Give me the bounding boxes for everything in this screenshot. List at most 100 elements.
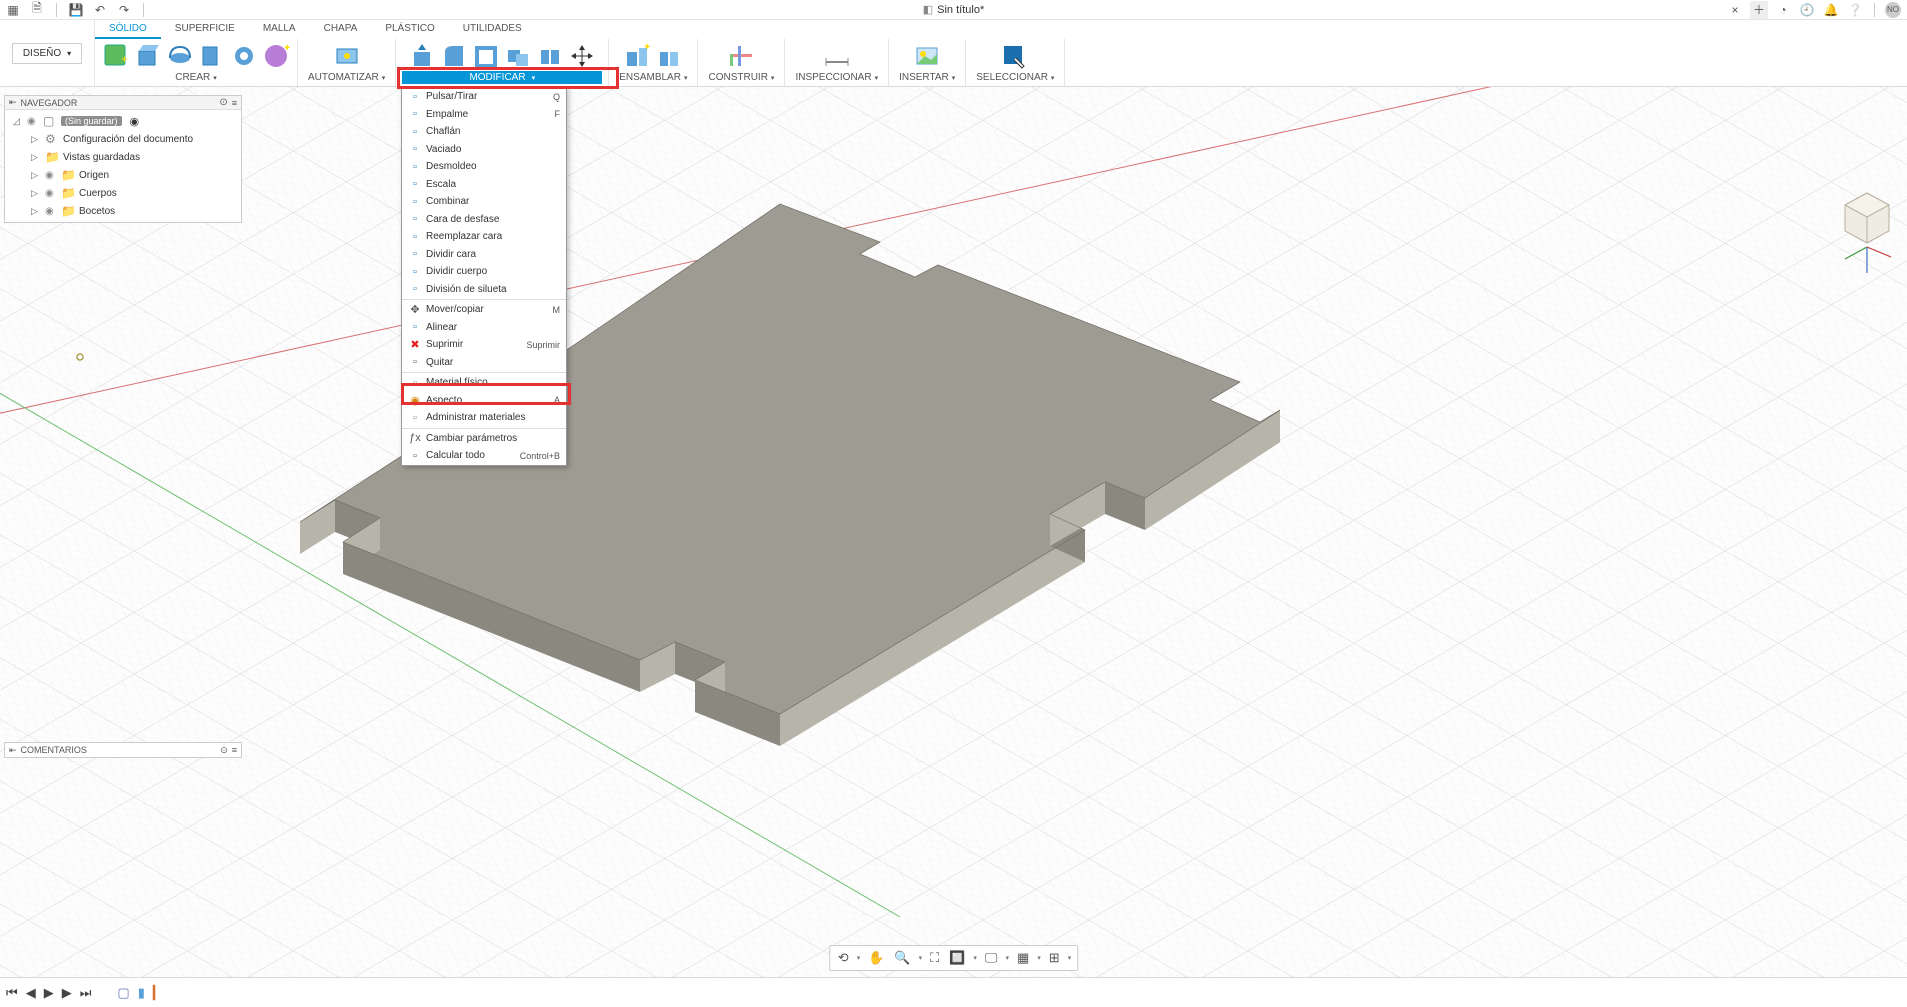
comments-settings-icon[interactable]: ≡ bbox=[232, 745, 237, 755]
menu-item-dividir-cuerpo[interactable]: ▫Dividir cuerpo bbox=[402, 263, 566, 281]
presspull-icon[interactable] bbox=[407, 41, 437, 71]
menu-item-mover-copiar[interactable]: ✥Mover/copiarM bbox=[402, 301, 566, 319]
bell-icon[interactable]: 🔔 bbox=[1822, 1, 1840, 19]
comments-panel[interactable]: ⇤ COMENTARIOS ⊙ ≡ bbox=[4, 742, 242, 758]
history-sketch-icon[interactable]: ▢ bbox=[117, 985, 129, 1001]
menu-item-administrar-materiales[interactable]: ▫Administrar materiales bbox=[402, 409, 566, 427]
sketch-icon[interactable]: + bbox=[101, 41, 131, 71]
menu-item-empalme[interactable]: ▫EmpalmeF bbox=[402, 106, 566, 124]
tab-malla[interactable]: MALLA bbox=[249, 20, 310, 39]
menu-item-calcular-todo[interactable]: ▫Calcular todoControl+B bbox=[402, 447, 566, 465]
inspeccionar-label[interactable]: INSPECCIONAR▾ bbox=[791, 71, 882, 84]
viewport-icon[interactable]: ⊞ bbox=[1047, 948, 1062, 968]
apps-grid-icon[interactable]: ▦ bbox=[4, 1, 22, 19]
tree-root[interactable]: ◿ ◉ ▢ (Sin guardar) ◉ bbox=[9, 112, 237, 130]
user-avatar[interactable]: NO bbox=[1885, 2, 1901, 18]
ensamblar-label[interactable]: ENSAMBLAR▾ bbox=[615, 71, 691, 84]
menu-item-aspecto[interactable]: ◉AspectoA bbox=[402, 392, 566, 410]
insertar-label[interactable]: INSERTAR▾ bbox=[895, 71, 959, 84]
radio-icon[interactable]: ◉ bbox=[130, 115, 140, 128]
viewport[interactable] bbox=[0, 87, 1907, 977]
menu-item-escala[interactable]: ▫Escala bbox=[402, 176, 566, 194]
timeline-play-icon[interactable]: ▶ bbox=[44, 985, 54, 1001]
shell-icon[interactable] bbox=[471, 41, 501, 71]
help-icon[interactable]: ❔ bbox=[1846, 1, 1864, 19]
orbit-icon[interactable]: ⟲ bbox=[836, 948, 851, 968]
hole-icon[interactable] bbox=[229, 41, 259, 71]
grid-display-icon[interactable]: ▦ bbox=[1015, 948, 1031, 968]
menu-item-cara-de-desfase[interactable]: ▫Cara de desfase bbox=[402, 211, 566, 229]
zoom-icon[interactable]: 🔍 bbox=[892, 948, 912, 968]
menu-item-chafl-n[interactable]: ▫Chaflán bbox=[402, 123, 566, 141]
workspace-switcher[interactable]: DISEÑO ▾ bbox=[0, 20, 95, 86]
timeline-end-icon[interactable]: ⏭ bbox=[80, 985, 92, 1001]
fit-icon[interactable]: ⛶ bbox=[928, 948, 941, 968]
save-icon[interactable]: 💾 bbox=[67, 1, 85, 19]
tab-utilidades[interactable]: UTILIDADES bbox=[449, 20, 536, 39]
menu-item-vaciado[interactable]: ▫Vaciado bbox=[402, 141, 566, 159]
chevron-left-icon[interactable]: ⇤ bbox=[9, 97, 17, 108]
measure-icon[interactable] bbox=[822, 41, 852, 71]
insert-icon[interactable] bbox=[912, 41, 942, 71]
seleccionar-label[interactable]: SELECCIONAR▾ bbox=[972, 71, 1058, 84]
undo-icon[interactable]: ↶ bbox=[91, 1, 109, 19]
fillet-icon[interactable] bbox=[439, 41, 469, 71]
close-tab-icon[interactable]: × bbox=[1726, 1, 1744, 19]
lookat-icon[interactable]: 🔲 bbox=[947, 948, 967, 968]
view-cube[interactable] bbox=[1837, 187, 1897, 277]
menu-item-cambiar-par-metros[interactable]: ƒxCambiar parámetros bbox=[402, 430, 566, 448]
assemble2-icon[interactable] bbox=[654, 41, 684, 71]
chevron-left-icon[interactable]: ⇤ bbox=[9, 745, 17, 756]
timeline-prev-icon[interactable]: ◀ bbox=[26, 985, 36, 1001]
automatizar-label[interactable]: AUTOMATIZAR▾ bbox=[304, 71, 389, 84]
sweep-icon[interactable] bbox=[197, 41, 227, 71]
crear-label[interactable]: CREAR▾ bbox=[171, 71, 221, 84]
new-file-icon[interactable]: 🗎 bbox=[28, 1, 46, 19]
tab-chapa[interactable]: CHAPA bbox=[310, 20, 372, 39]
menu-item-combinar[interactable]: ▫Combinar bbox=[402, 193, 566, 211]
browser-settings-icon[interactable]: ≡ bbox=[232, 98, 237, 108]
redo-icon[interactable]: ↷ bbox=[115, 1, 133, 19]
select-icon[interactable] bbox=[1000, 41, 1030, 71]
construct-icon[interactable] bbox=[726, 41, 756, 71]
timeline-next-icon[interactable]: ▶ bbox=[62, 985, 72, 1001]
tree-item-sketches[interactable]: ▷ ◉ 📁 Bocetos bbox=[9, 202, 237, 220]
menu-item-reemplazar-cara[interactable]: ▫Reemplazar cara bbox=[402, 228, 566, 246]
menu-item-dividir-cara[interactable]: ▫Dividir cara bbox=[402, 246, 566, 264]
tab-solido[interactable]: SÓLIDO bbox=[95, 20, 161, 39]
revolve-icon[interactable] bbox=[165, 41, 195, 71]
tree-item-origin[interactable]: ▷ ◉ 📁 Origen bbox=[9, 166, 237, 184]
tab-plastico[interactable]: PLÁSTICO bbox=[371, 20, 448, 39]
menu-item-pulsar-tirar[interactable]: ▫Pulsar/TirarQ bbox=[402, 88, 566, 106]
display-icon[interactable]: 🖵 bbox=[983, 948, 1000, 968]
move-icon[interactable] bbox=[567, 41, 597, 71]
timeline-marker[interactable]: ▎ bbox=[153, 985, 163, 1001]
clock-icon[interactable]: 🕘 bbox=[1798, 1, 1816, 19]
menu-item-divisi-n-de-silueta[interactable]: ▫División de silueta bbox=[402, 281, 566, 299]
collapse-icon[interactable]: ◿ bbox=[13, 116, 23, 127]
split-icon[interactable] bbox=[535, 41, 565, 71]
tree-item-config[interactable]: ▷ ⚙ Configuración del documento bbox=[9, 130, 237, 148]
pin-icon[interactable]: ⊙ bbox=[220, 745, 228, 756]
automate-icon[interactable] bbox=[332, 41, 362, 71]
menu-item-suprimir[interactable]: ✖SuprimirSuprimir bbox=[402, 336, 566, 354]
tree-item-bodies[interactable]: ▷ ◉ 📁 Cuerpos bbox=[9, 184, 237, 202]
extrude-icon[interactable] bbox=[133, 41, 163, 71]
menu-item-desmoldeo[interactable]: ▫Desmoldeo bbox=[402, 158, 566, 176]
menu-item-material-f-sico[interactable]: ▫Material físico bbox=[402, 374, 566, 392]
pan-icon[interactable]: ✋ bbox=[866, 948, 886, 968]
history-extrude-icon[interactable]: ▮ bbox=[138, 985, 145, 1001]
visibility-icon[interactable]: ◉ bbox=[27, 116, 39, 127]
timeline-start-icon[interactable]: ⏮ bbox=[6, 985, 18, 1001]
construir-label[interactable]: CONSTRUIR▾ bbox=[704, 71, 778, 84]
plus-tab-icon[interactable]: ＋ bbox=[1750, 1, 1768, 19]
modificar-label[interactable]: MODIFICAR▾ bbox=[402, 71, 602, 84]
extension-icon[interactable]: ◔ bbox=[1774, 1, 1792, 19]
pin-icon[interactable]: ⊙ bbox=[219, 97, 227, 108]
menu-item-alinear[interactable]: ▫Alinear bbox=[402, 319, 566, 337]
assemble1-icon[interactable]: ✦ bbox=[622, 41, 652, 71]
tree-item-views[interactable]: ▷ 📁 Vistas guardadas bbox=[9, 148, 237, 166]
menu-item-quitar[interactable]: ▫Quitar bbox=[402, 354, 566, 372]
generative-icon[interactable]: ✦ bbox=[261, 41, 291, 71]
tab-superficie[interactable]: SUPERFICIE bbox=[161, 20, 249, 39]
